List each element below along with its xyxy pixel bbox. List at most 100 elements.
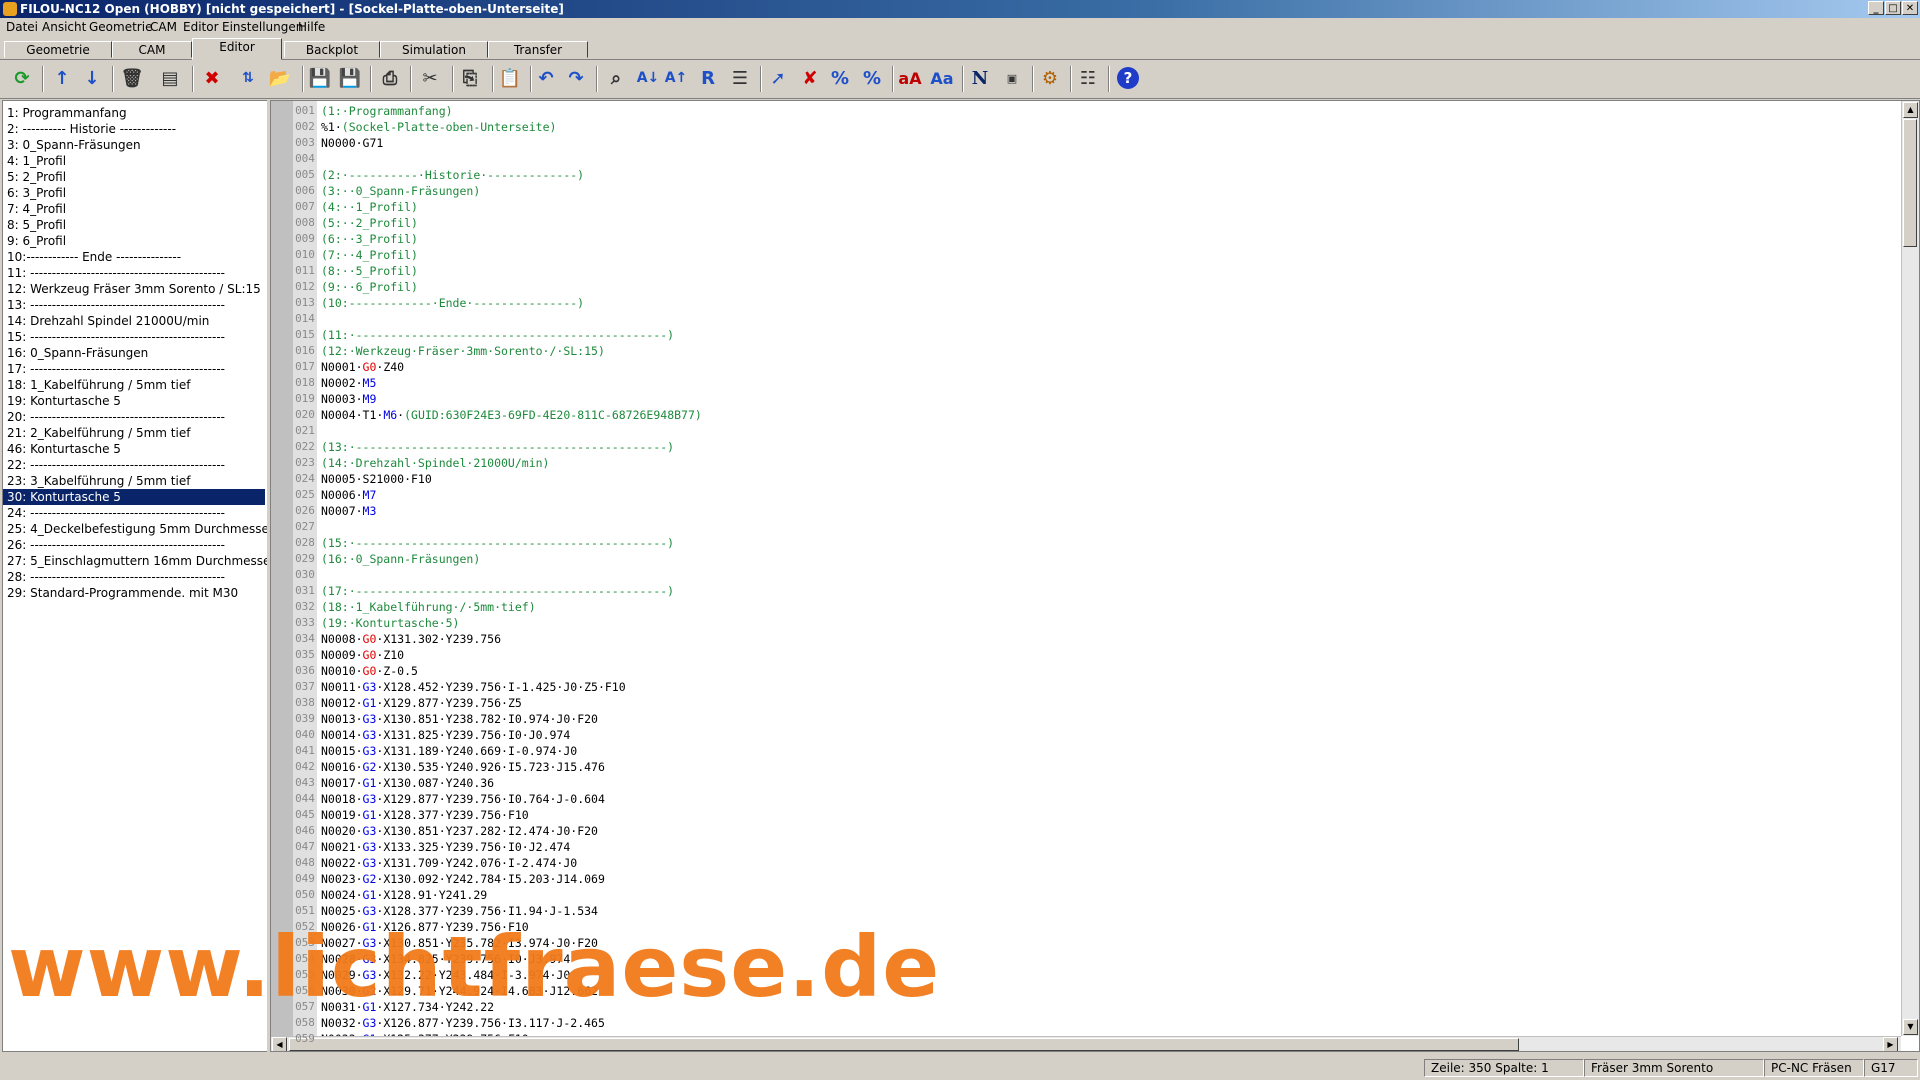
tree-item[interactable]: 5: 2_Profil — [5, 169, 68, 185]
code-line[interactable]: N0005·S21000·F10 — [321, 471, 432, 487]
code-line[interactable]: N0000·G71 — [321, 135, 383, 151]
tree-item[interactable]: 30: Konturtasche 5 — [3, 489, 265, 505]
cut-icon[interactable]: ✂ — [416, 64, 444, 92]
code-line[interactable]: N0021·G3·X133.325·Y239.756·I0·J2.474 — [321, 839, 570, 855]
code-line[interactable]: N0019·G1·X128.377·Y239.756·F10 — [321, 807, 529, 823]
tab-cam[interactable]: CAM — [112, 41, 192, 58]
splitter[interactable] — [267, 100, 269, 1052]
code-line[interactable]: (6:··3_Profil) — [321, 231, 418, 247]
maximize-button[interactable]: □ — [1885, 1, 1901, 15]
percent-icon[interactable]: % — [826, 64, 854, 92]
scroll-left-icon[interactable]: ◀ — [272, 1037, 287, 1051]
code-line[interactable]: (16:·0_Spann-Fräsungen) — [321, 551, 480, 567]
code-line[interactable]: (1:·Programmanfang) — [321, 103, 453, 119]
tree-item[interactable]: 7: 4_Profil — [5, 201, 68, 217]
code-line[interactable]: (14:·Drehzahl·Spindel·21000U/min) — [321, 455, 549, 471]
refresh-icon[interactable]: ⟳ — [8, 64, 36, 92]
code-line[interactable]: (3:··0_Spann-Fräsungen) — [321, 183, 480, 199]
code-line[interactable]: (8:··5_Profil) — [321, 263, 418, 279]
tree-item[interactable]: 20: ------------------------------------… — [5, 409, 227, 425]
arrow-down-icon[interactable]: ↓ — [78, 64, 106, 92]
code-line[interactable]: N0009·G0·Z10 — [321, 647, 404, 663]
code-line[interactable]: (7:··4_Profil) — [321, 247, 418, 263]
code-line[interactable]: (18:·1_Kabelführung·/·5mm·tief) — [321, 599, 536, 615]
scroll-right-icon[interactable]: ▶ — [1883, 1037, 1898, 1051]
document-icon[interactable]: ▤ — [156, 64, 184, 92]
open-nc-icon[interactable]: 📂 — [266, 64, 294, 92]
tree-item[interactable]: 25: 4_Deckelbefestigung 5mm Durchmesser … — [5, 521, 267, 537]
code-line[interactable]: (5:··2_Profil) — [321, 215, 418, 231]
list-icon[interactable]: ☰ — [726, 64, 754, 92]
arrow-up-icon[interactable]: ↑ — [48, 64, 76, 92]
lowercase-icon[interactable]: Aa — [928, 64, 956, 92]
undo-icon[interactable]: ↶ — [532, 64, 560, 92]
renumber-remove-icon[interactable]: ✘ — [796, 64, 824, 92]
tree-item[interactable]: 8: 5_Profil — [5, 217, 68, 233]
tree-item[interactable]: 21: 2_Kabelführung / 5mm tief — [5, 425, 192, 441]
code-line[interactable]: %1·(Sockel-Platte-oben-Unterseite) — [321, 119, 556, 135]
tool-icon[interactable]: ⚙ — [1036, 64, 1064, 92]
help-icon[interactable]: ? — [1114, 64, 1142, 92]
tree-item[interactable]: 10:------------ Ende --------------- — [5, 249, 183, 265]
horizontal-scrollbar[interactable]: ◀ ▶ — [271, 1036, 1901, 1051]
tree-item[interactable]: 23: 3_Kabelführung / 5mm tief — [5, 473, 192, 489]
close-button[interactable]: ✕ — [1902, 1, 1918, 15]
tree-item[interactable]: 2: ---------- Historie ------------- — [5, 121, 178, 137]
code-line[interactable]: N0013·G3·X130.851·Y238.782·I0.974·J0·F20 — [321, 711, 598, 727]
code-line[interactable]: N0007·M3 — [321, 503, 376, 519]
tree-item[interactable]: 17: ------------------------------------… — [5, 361, 227, 377]
code-line[interactable]: N0015·G3·X131.189·Y240.669·I-0.974·J0 — [321, 743, 577, 759]
code-line[interactable]: (10:------------·Ende·---------------) — [321, 295, 584, 311]
code-line[interactable]: N0012·G1·X129.877·Y239.756·Z5 — [321, 695, 522, 711]
sort-icon[interactable]: ⇅ — [234, 64, 262, 92]
tab-backplot[interactable]: Backplot — [284, 41, 380, 58]
scroll-thumb-horizontal[interactable] — [289, 1038, 1519, 1051]
find-prev-icon[interactable]: A↑ — [662, 64, 690, 92]
tree-item[interactable]: 4: 1_Profil — [5, 153, 68, 169]
tree-item[interactable]: 3: 0_Spann-Fräsungen — [5, 137, 143, 153]
renumber-icon[interactable]: ➚ — [764, 64, 792, 92]
copy-icon[interactable]: ⎘ — [456, 64, 484, 92]
code-line[interactable]: N0032·G3·X126.877·Y239.756·I3.117·J-2.46… — [321, 1015, 605, 1031]
code-line[interactable]: N0020·G3·X130.851·Y237.282·I2.474·J0·F20 — [321, 823, 598, 839]
tree-item[interactable]: 14: Drehzahl Spindel 21000U/min — [5, 313, 211, 329]
menu-editor[interactable]: Editor — [183, 20, 219, 34]
tree-item[interactable]: 24: ------------------------------------… — [5, 505, 227, 521]
code-line[interactable]: (9:··6_Profil) — [321, 279, 418, 295]
code-line[interactable]: N0016·G2·X130.535·Y240.926·I5.723·J15.47… — [321, 759, 605, 775]
code-line[interactable]: N0024·G1·X128.91·Y241.29 — [321, 887, 487, 903]
code-line[interactable]: N0003·M9 — [321, 391, 376, 407]
code-line[interactable]: N0004·T1·M6·(GUID:630F24E3-69FD-4E20-811… — [321, 407, 702, 423]
menu-cam[interactable]: CAM — [150, 20, 177, 34]
tree-item[interactable]: 6: 3_Profil — [5, 185, 68, 201]
tree-item[interactable]: 18: 1_Kabelführung / 5mm tief — [5, 377, 192, 393]
tree-item[interactable]: 26: ------------------------------------… — [5, 537, 227, 553]
tree-item[interactable]: 15: ------------------------------------… — [5, 329, 227, 345]
tree-item[interactable]: 1: Programmanfang — [5, 105, 129, 121]
code-line[interactable]: N0022·G3·X131.709·Y242.076·I-2.474·J0 — [321, 855, 577, 871]
print-icon[interactable]: ⎙ — [376, 64, 404, 92]
code-line[interactable]: (17:·-----------------------------------… — [321, 583, 674, 599]
uppercase-icon[interactable]: aA — [896, 64, 924, 92]
code-line[interactable]: N0023·G2·X130.092·Y242.784·I5.203·J14.06… — [321, 871, 605, 887]
settings-icon[interactable]: ☷ — [1074, 64, 1102, 92]
redo-icon[interactable]: ↷ — [562, 64, 590, 92]
menu-geometrie[interactable]: Geometrie — [89, 20, 152, 34]
tree-item[interactable]: 11: ------------------------------------… — [5, 265, 227, 281]
tab-geometrie[interactable]: Geometrie — [4, 41, 112, 58]
find-next-icon[interactable]: A↓ — [634, 64, 662, 92]
n-icon[interactable]: N — [966, 64, 994, 92]
code-editor[interactable]: (1:·Programmanfang) %1·(Sockel-Platte-obe… — [270, 100, 1920, 1052]
paste-icon[interactable]: 📋 — [496, 64, 524, 92]
tree-item[interactable]: 19: Konturtasche 5 — [5, 393, 123, 409]
tab-editor[interactable]: Editor — [192, 38, 282, 60]
minimize-button[interactable]: _ — [1868, 1, 1884, 15]
scroll-up-icon[interactable]: ▲ — [1903, 102, 1918, 118]
save-all-icon[interactable]: 💾 — [336, 64, 364, 92]
menu-ansicht[interactable]: Ansicht — [42, 20, 86, 34]
tree-item[interactable]: 22: ------------------------------------… — [5, 457, 227, 473]
delete-icon[interactable]: ✖ — [198, 64, 226, 92]
code-line[interactable]: N0025·G3·X128.377·Y239.756·I1.94·J-1.534 — [321, 903, 598, 919]
code-line[interactable]: (13:·-----------------------------------… — [321, 439, 674, 455]
code-line[interactable]: (4:··1_Profil) — [321, 199, 418, 215]
